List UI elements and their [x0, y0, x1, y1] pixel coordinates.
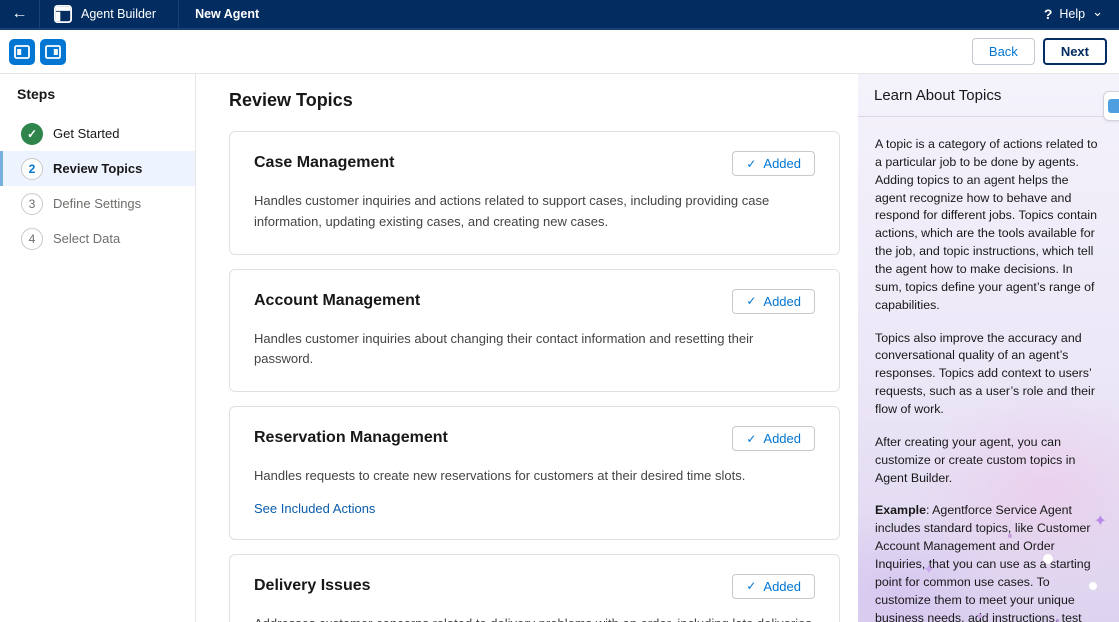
- back-button[interactable]: Back: [972, 38, 1035, 65]
- topic-name: Delivery Issues: [254, 574, 371, 595]
- topic-card-delivery-issues: Delivery Issues ✓ Added Addresses custom…: [229, 554, 840, 622]
- added-button[interactable]: ✓ Added: [732, 289, 815, 314]
- help-icon: ?: [1044, 6, 1053, 22]
- help-paragraph-example: Example: Agentforce Service Agent includ…: [875, 502, 1102, 622]
- step-number: 2: [21, 158, 43, 180]
- app-brand: Agent Builder: [40, 0, 179, 28]
- added-label: Added: [763, 431, 801, 446]
- step-item-review-topics[interactable]: 2 Review Topics: [0, 151, 195, 186]
- step-label: Define Settings: [53, 196, 141, 211]
- step-item-get-started[interactable]: ✓ Get Started: [0, 116, 195, 151]
- topic-description: Handles customer inquiries about changin…: [254, 329, 815, 371]
- panel-left-icon: [14, 45, 30, 59]
- topic-description: Addresses customer concerns related to d…: [254, 614, 815, 622]
- help-menu[interactable]: ? Help ⌄: [1044, 0, 1119, 28]
- action-toolbar: Back Next: [0, 30, 1119, 74]
- step-label: Select Data: [53, 231, 120, 246]
- step-complete-check-icon: ✓: [21, 123, 43, 145]
- panel-right-icon: [45, 45, 61, 59]
- next-button[interactable]: Next: [1043, 38, 1107, 65]
- topic-name: Reservation Management: [254, 426, 448, 447]
- topic-description: Handles customer inquiries and actions r…: [254, 191, 815, 233]
- help-panel-title: Learn About Topics: [858, 74, 1119, 117]
- topic-card-account-management: Account Management ✓ Added Handles custo…: [229, 269, 840, 393]
- step-item-select-data[interactable]: 4 Select Data: [0, 221, 195, 256]
- added-label: Added: [763, 156, 801, 171]
- agent-builder-app: ← Agent Builder New Agent ? Help ⌄: [0, 0, 1119, 622]
- steps-sidebar: Steps ✓ Get Started 2 Review Topics 3 De…: [0, 74, 196, 622]
- toggle-left-panel-button[interactable]: [9, 39, 35, 65]
- review-topics-main: Review Topics Case Management ✓ Added Ha…: [196, 74, 858, 622]
- added-button[interactable]: ✓ Added: [732, 574, 815, 599]
- panel-glyph-icon: [1108, 99, 1119, 113]
- check-icon: ✓: [746, 294, 756, 308]
- topic-name: Case Management: [254, 151, 395, 172]
- step-number: 3: [21, 193, 43, 215]
- added-button[interactable]: ✓ Added: [732, 151, 815, 176]
- page-title: New Agent: [179, 0, 275, 28]
- topic-description: Handles requests to create new reservati…: [254, 466, 815, 487]
- added-label: Added: [763, 294, 801, 309]
- toggle-right-panel-button[interactable]: [40, 39, 66, 65]
- app-name: Agent Builder: [81, 7, 156, 21]
- back-arrow-icon[interactable]: ←: [0, 0, 40, 28]
- check-icon: ✓: [746, 579, 756, 593]
- chevron-down-icon: ⌄: [1092, 4, 1103, 20]
- top-navbar: ← Agent Builder New Agent ? Help ⌄: [0, 0, 1119, 30]
- topic-card-case-management: Case Management ✓ Added Handles customer…: [229, 131, 840, 255]
- step-number: 4: [21, 228, 43, 250]
- step-item-define-settings[interactable]: 3 Define Settings: [0, 186, 195, 221]
- added-label: Added: [763, 579, 801, 594]
- help-panel-body: A topic is a category of actions related…: [858, 117, 1119, 622]
- topic-name: Account Management: [254, 289, 420, 310]
- help-paragraph: Topics also improve the accuracy and con…: [875, 330, 1102, 419]
- page-heading: Review Topics: [229, 90, 840, 111]
- see-included-actions-link[interactable]: See Included Actions: [254, 501, 375, 516]
- content-area: Steps ✓ Get Started 2 Review Topics 3 De…: [0, 74, 1119, 622]
- docked-panel-button[interactable]: [1103, 91, 1119, 121]
- builder-icon: [54, 5, 72, 23]
- help-paragraph: A topic is a category of actions related…: [875, 136, 1102, 315]
- step-label: Review Topics: [53, 161, 142, 176]
- added-button[interactable]: ✓ Added: [732, 426, 815, 451]
- help-menu-label: Help: [1059, 7, 1085, 21]
- check-icon: ✓: [746, 157, 756, 171]
- help-paragraph: After creating your agent, you can custo…: [875, 434, 1102, 488]
- check-icon: ✓: [746, 432, 756, 446]
- learn-about-topics-panel: Learn About Topics A topic is a category…: [858, 74, 1119, 622]
- steps-title: Steps: [0, 86, 195, 116]
- step-label: Get Started: [53, 126, 119, 141]
- topic-card-reservation-management: Reservation Management ✓ Added Handles r…: [229, 406, 840, 540]
